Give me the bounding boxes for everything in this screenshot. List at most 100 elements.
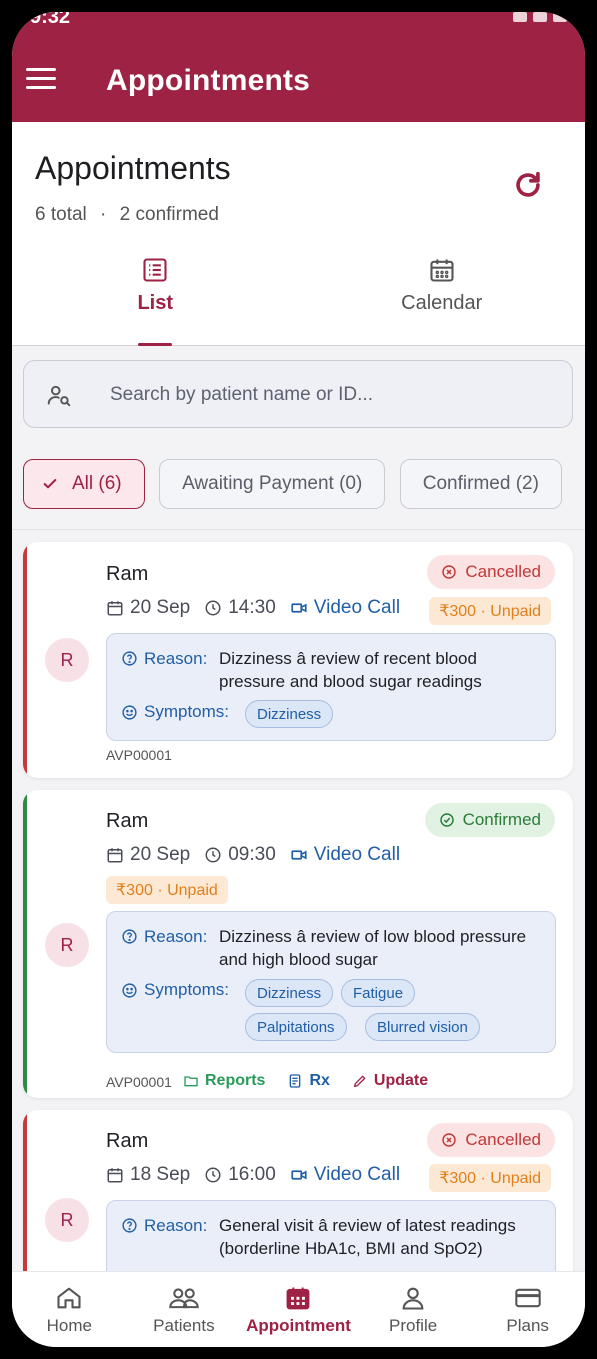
help-circle-icon (122, 929, 137, 944)
total-count: 6 total (35, 204, 87, 225)
bottom-navigation: Home Patients Appointment Profile Plans (12, 1271, 585, 1347)
nav-patients[interactable]: Patients (127, 1272, 242, 1347)
appointment-mode: Video Call (313, 597, 401, 618)
reason-label: Reason: (121, 647, 207, 670)
appointment-meta: 20 Sep 09:30 Video Call (106, 844, 400, 866)
search-box (23, 360, 573, 428)
card-actions: Reports Rx Update (183, 1072, 450, 1090)
video-icon (291, 1170, 307, 1180)
calendar-icon (107, 1168, 123, 1183)
appointment-meta: 20 Sep 14:30 Video Call (106, 597, 400, 619)
help-circle-icon (122, 1218, 137, 1233)
status-badge: Confirmed (424, 803, 555, 837)
appointment-date: 18 Sep (130, 1164, 191, 1185)
video-icon (291, 850, 307, 860)
cancel-circle-icon (442, 1133, 457, 1147)
filter-awaiting-payment[interactable]: Awaiting Payment (0) (159, 459, 386, 509)
appointment-meta: 18 Sep 16:00 Video Call (106, 1164, 400, 1186)
symptom-chip: Fatigue (341, 979, 416, 1007)
smile-icon (122, 982, 137, 998)
status-icons (513, 12, 567, 22)
page-title: Appointments (35, 150, 231, 186)
people-icon (169, 1288, 199, 1309)
fee-badge: ₹300 · Unpaid (106, 876, 228, 904)
reason-text: Dizziness â review of low blood pressure… (219, 927, 527, 969)
appointment-time: 16:00 (228, 1164, 276, 1185)
confirmed-count: 2 confirmed (119, 204, 219, 225)
page-header: Appointments 6 total · 2 confirmed (12, 122, 585, 246)
appointment-card[interactable]: R Ram Confirmed 20 Sep 09:30 Video Call … (23, 790, 573, 1098)
reason-text: Dizziness â review of recent blood press… (219, 649, 482, 691)
clock-icon (205, 1167, 221, 1183)
search-input[interactable] (110, 377, 550, 413)
divider (12, 529, 585, 530)
home-icon (57, 1287, 81, 1309)
calendar-icon (107, 848, 123, 863)
appointment-card[interactable]: R Ram Cancelled 20 Sep 14:30 Video Call … (23, 542, 573, 778)
video-icon (291, 603, 307, 613)
symptoms-label: Symptoms: (121, 980, 229, 1000)
symptom-chip: Dizziness (245, 979, 334, 1007)
check-icon (43, 479, 57, 489)
nav-appointment[interactable]: Appointment (241, 1272, 356, 1347)
filter-confirmed[interactable]: Confirmed (2) (399, 459, 562, 509)
refresh-icon[interactable] (511, 168, 545, 202)
update-button[interactable]: Update (352, 1072, 428, 1090)
search-user-icon (47, 385, 71, 407)
tab-calendar-label: Calendar (401, 292, 483, 314)
menu-icon[interactable] (26, 68, 56, 90)
prescription-icon (290, 1074, 301, 1088)
fee-badge: ₹300 · Unpaid (429, 597, 551, 625)
tab-list[interactable]: List (12, 246, 299, 345)
clock-icon (205, 600, 221, 616)
patient-name: Ram (106, 810, 149, 832)
reason-label: Reason: (121, 925, 207, 948)
symptom-chip: Blurred vision (365, 1013, 480, 1041)
filter-all[interactable]: All (6) (23, 459, 145, 509)
smile-icon (122, 704, 137, 720)
status-time: 9:32 (30, 12, 71, 28)
avatar: R (45, 638, 89, 682)
phone-screen: 9:32 Appointments Appointments 6 total ·… (12, 12, 585, 1347)
reason-text: General visit â review of latest reading… (219, 1216, 516, 1258)
reason-box: Reason: Dizziness â review of low blood … (106, 911, 556, 1053)
app-bar-title: Appointments (106, 64, 311, 97)
calendar-icon (287, 1287, 310, 1310)
pencil-icon (353, 1075, 366, 1088)
calendar-icon (430, 259, 454, 282)
appointment-id: AVP00001 (106, 747, 172, 763)
status-badge: Cancelled (427, 555, 555, 589)
appointment-summary: 6 total · 2 confirmed (35, 204, 219, 225)
appointment-date: 20 Sep (130, 597, 191, 618)
credit-card-icon (514, 1288, 541, 1308)
status-badge: Cancelled (427, 1123, 555, 1157)
appointment-time: 14:30 (228, 597, 276, 618)
appointment-mode: Video Call (313, 844, 401, 865)
nav-plans[interactable]: Plans (470, 1272, 585, 1347)
nav-profile[interactable]: Profile (356, 1272, 471, 1347)
calendar-icon (107, 601, 123, 616)
list-icon (143, 258, 167, 282)
help-circle-icon (122, 651, 137, 666)
symptom-chip: Palpitations (245, 1013, 347, 1041)
reports-button[interactable]: Reports (183, 1072, 265, 1090)
tab-calendar[interactable]: Calendar (299, 246, 586, 345)
clock-icon (205, 847, 221, 863)
rx-button[interactable]: Rx (287, 1072, 330, 1090)
cancel-circle-icon (442, 565, 457, 579)
person-icon (402, 1287, 424, 1310)
appointment-id: AVP00001 (106, 1074, 172, 1090)
filter-chips: All (6) Awaiting Payment (0) Confirmed (… (23, 459, 585, 511)
appointment-time: 09:30 (228, 844, 276, 865)
fee-badge: ₹300 · Unpaid (429, 1164, 551, 1192)
folder-icon (184, 1076, 198, 1087)
patient-name: Ram (106, 1130, 149, 1152)
view-tabs: List Calendar (12, 246, 585, 346)
tab-list-label: List (137, 292, 174, 314)
symptoms-label: Symptoms: (121, 702, 229, 722)
nav-home[interactable]: Home (12, 1272, 127, 1347)
app-bar: 9:32 Appointments (12, 12, 585, 122)
check-circle-icon (439, 813, 454, 827)
patient-name: Ram (106, 563, 149, 585)
avatar: R (45, 1198, 89, 1242)
